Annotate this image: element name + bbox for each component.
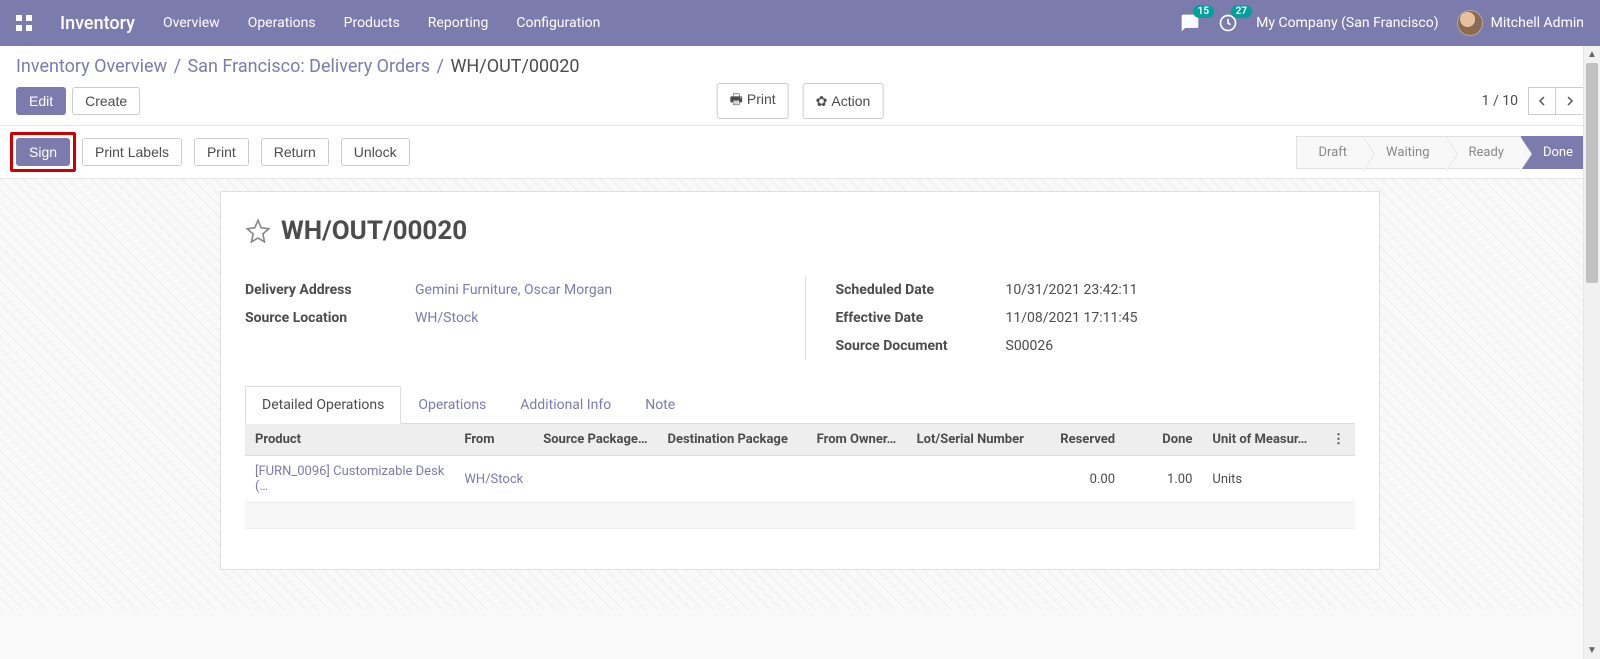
- edit-button[interactable]: Edit: [16, 87, 66, 115]
- breadcrumb-link-1[interactable]: San Francisco: Delivery Orders: [187, 56, 430, 77]
- nav-configuration[interactable]: Configuration: [516, 15, 600, 31]
- nav-operations[interactable]: Operations: [248, 15, 316, 31]
- breadcrumb-link-0[interactable]: Inventory Overview: [16, 56, 167, 77]
- scroll-down-icon[interactable]: ▼: [1584, 642, 1600, 659]
- value-source-document[interactable]: S00026: [1006, 338, 1054, 354]
- print-icon: 🖶: [730, 91, 743, 107]
- user-name: Mitchell Admin: [1491, 15, 1584, 31]
- label-effective-date: Effective Date: [836, 310, 1006, 326]
- tab-note[interactable]: Note: [628, 386, 692, 423]
- operations-table: Product From Source Package… Destination…: [245, 424, 1355, 529]
- th-from[interactable]: From: [454, 424, 533, 456]
- cell-product[interactable]: [FURN_0096] Customizable Desk (…: [245, 456, 454, 503]
- label-delivery-address: Delivery Address: [245, 282, 415, 298]
- action-dropdown[interactable]: ✿Action: [803, 83, 884, 119]
- cell-lot[interactable]: [907, 456, 1037, 503]
- form-sheet: WH/OUT/00020 Delivery Address Gemini Fur…: [220, 191, 1380, 570]
- cell-done[interactable]: 1.00: [1125, 456, 1202, 503]
- print-dropdown[interactable]: 🖶Print: [717, 83, 789, 119]
- cell-from[interactable]: WH/Stock: [454, 456, 533, 503]
- th-from-owner[interactable]: From Owner…: [807, 424, 907, 456]
- status-bar: Sign Print Labels Print Return Unlock Dr…: [0, 126, 1600, 179]
- activities-badge: 27: [1231, 5, 1252, 18]
- unlock-button[interactable]: Unlock: [341, 138, 410, 166]
- table-footer-spacer: [245, 503, 1355, 529]
- cell-from-owner[interactable]: [807, 456, 907, 503]
- cell-uom[interactable]: Units: [1202, 456, 1322, 503]
- th-options-icon[interactable]: ⋮: [1322, 424, 1355, 456]
- sign-highlight: Sign: [10, 132, 76, 172]
- tab-additional-info[interactable]: Additional Info: [503, 386, 628, 423]
- status-steps: Draft Waiting Ready Done: [1296, 135, 1590, 169]
- breadcrumb: Inventory Overview / San Francisco: Deli…: [16, 56, 1584, 77]
- th-product[interactable]: Product: [245, 424, 454, 456]
- cell-dest-package[interactable]: [658, 456, 807, 503]
- label-source-location: Source Location: [245, 310, 415, 326]
- print-button[interactable]: Print: [194, 138, 249, 166]
- top-navbar: Inventory Overview Operations Products R…: [0, 0, 1600, 46]
- th-lot[interactable]: Lot/Serial Number: [907, 424, 1037, 456]
- window-scrollbar[interactable]: ▲ ▼: [1583, 46, 1600, 659]
- nav-products[interactable]: Products: [344, 15, 400, 31]
- value-effective-date: 11/08/2021 17:11:45: [1006, 310, 1138, 326]
- avatar: [1457, 10, 1483, 36]
- th-done[interactable]: Done: [1125, 424, 1202, 456]
- app-name[interactable]: Inventory: [60, 13, 135, 34]
- value-source-location[interactable]: WH/Stock: [415, 310, 478, 326]
- record-title: WH/OUT/00020: [281, 216, 467, 246]
- sign-button[interactable]: Sign: [16, 138, 70, 166]
- table-header-row: Product From Source Package… Destination…: [245, 424, 1355, 456]
- table-row[interactable]: [FURN_0096] Customizable Desk (… WH/Stoc…: [245, 456, 1355, 503]
- star-icon[interactable]: [245, 218, 271, 244]
- th-source-package[interactable]: Source Package…: [533, 424, 657, 456]
- activities-icon[interactable]: 27: [1218, 13, 1238, 33]
- company-selector[interactable]: My Company (San Francisco): [1256, 15, 1438, 31]
- step-waiting[interactable]: Waiting: [1364, 136, 1446, 169]
- th-reserved[interactable]: Reserved: [1036, 424, 1125, 456]
- print-labels-button[interactable]: Print Labels: [82, 138, 182, 166]
- breadcrumb-current: WH/OUT/00020: [450, 56, 579, 77]
- nav-overview[interactable]: Overview: [163, 15, 220, 31]
- sheet-background: WH/OUT/00020 Delivery Address Gemini Fur…: [0, 179, 1600, 610]
- gear-icon: ✿: [816, 93, 828, 109]
- user-menu[interactable]: Mitchell Admin: [1457, 10, 1584, 36]
- value-delivery-address[interactable]: Gemini Furniture, Oscar Morgan: [415, 282, 612, 298]
- nav-reporting[interactable]: Reporting: [428, 15, 489, 31]
- control-panel: Inventory Overview / San Francisco: Deli…: [0, 46, 1600, 126]
- tab-detailed-operations[interactable]: Detailed Operations: [245, 386, 401, 424]
- apps-icon[interactable]: [16, 15, 32, 31]
- tabs: Detailed Operations Operations Additiona…: [245, 386, 1355, 424]
- label-source-document: Source Document: [836, 338, 1006, 354]
- pager-text: 1 / 10: [1482, 93, 1518, 109]
- th-dest-package[interactable]: Destination Package: [658, 424, 807, 456]
- value-scheduled-date: 10/31/2021 23:42:11: [1006, 282, 1138, 298]
- label-scheduled-date: Scheduled Date: [836, 282, 1006, 298]
- cell-options: [1322, 456, 1355, 503]
- step-draft[interactable]: Draft: [1296, 136, 1365, 169]
- cell-source-package[interactable]: [533, 456, 657, 503]
- scroll-thumb[interactable]: [1586, 63, 1598, 283]
- pager-prev[interactable]: [1528, 87, 1556, 115]
- return-button[interactable]: Return: [261, 138, 329, 166]
- cell-reserved[interactable]: 0.00: [1036, 456, 1125, 503]
- th-uom[interactable]: Unit of Measur…: [1202, 424, 1322, 456]
- messages-badge: 15: [1193, 5, 1214, 18]
- tab-operations[interactable]: Operations: [401, 386, 503, 423]
- create-button[interactable]: Create: [72, 87, 140, 115]
- messages-icon[interactable]: 15: [1180, 13, 1200, 33]
- scroll-up-icon[interactable]: ▲: [1584, 46, 1600, 63]
- step-ready[interactable]: Ready: [1447, 136, 1521, 169]
- pager-next[interactable]: [1556, 87, 1584, 115]
